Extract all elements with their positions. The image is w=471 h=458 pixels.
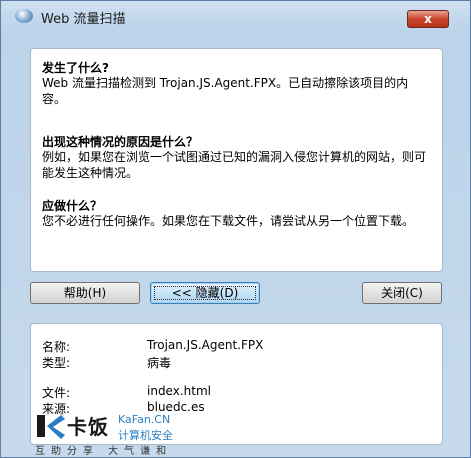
what-to-do-heading: 应做什么？ [42, 199, 103, 213]
what-to-do-text: 您不必进行任何操作。如果您在下载文件，请尝试从另一个位置下载。 [42, 214, 415, 228]
what-happened-heading: 发生了什么? [42, 61, 109, 75]
name-value: Trojan.JS.Agent.FPX [147, 338, 264, 352]
type-value: 病毒 [147, 356, 172, 370]
event-description-panel: 发生了什么? Web 流量扫描检测到 Trojan.JS.Agent.FPX。已… [30, 48, 443, 272]
type-label: 类型: [42, 356, 71, 370]
why-text: 例如，如果您在浏览一个试图通过已知的漏洞入侵您计算机的网站，则可能发生这种情况。 [42, 150, 427, 180]
app-shield-icon [15, 9, 33, 23]
window-close-button[interactable]: x [407, 10, 449, 28]
name-label: 名称: [42, 340, 71, 354]
watermark-brand: 卡饭 [67, 415, 109, 439]
hide-details-button[interactable]: << 隐藏(D) [150, 282, 260, 304]
dialog-window: Web 流量扫描 x 发生了什么? Web 流量扫描检测到 Trojan.JS.… [0, 0, 471, 458]
watermark-slogan: 互助分享 大气谦和 [35, 446, 173, 457]
help-button[interactable]: 帮助(H) [30, 282, 140, 304]
kafan-logo-icon [37, 415, 65, 439]
watermark-site: KaFan.CN [118, 413, 171, 426]
hide-details-label: << 隐藏(D) [171, 286, 239, 300]
file-value: index.html [147, 384, 211, 398]
window-title: Web 流量扫描 [41, 12, 126, 27]
what-happened-text: Web 流量扫描检测到 Trojan.JS.Agent.FPX。已自动擦除该项目… [42, 76, 409, 106]
title-bar[interactable]: Web 流量扫描 x [1, 1, 470, 31]
close-button[interactable]: 关闭(C) [362, 282, 442, 304]
source-value: bluedc.es [147, 400, 205, 414]
watermark-security: 计算机安全 [118, 429, 173, 442]
file-label: 文件: [42, 386, 71, 400]
why-heading: 出现这种情况的原因是什么？ [42, 135, 199, 149]
